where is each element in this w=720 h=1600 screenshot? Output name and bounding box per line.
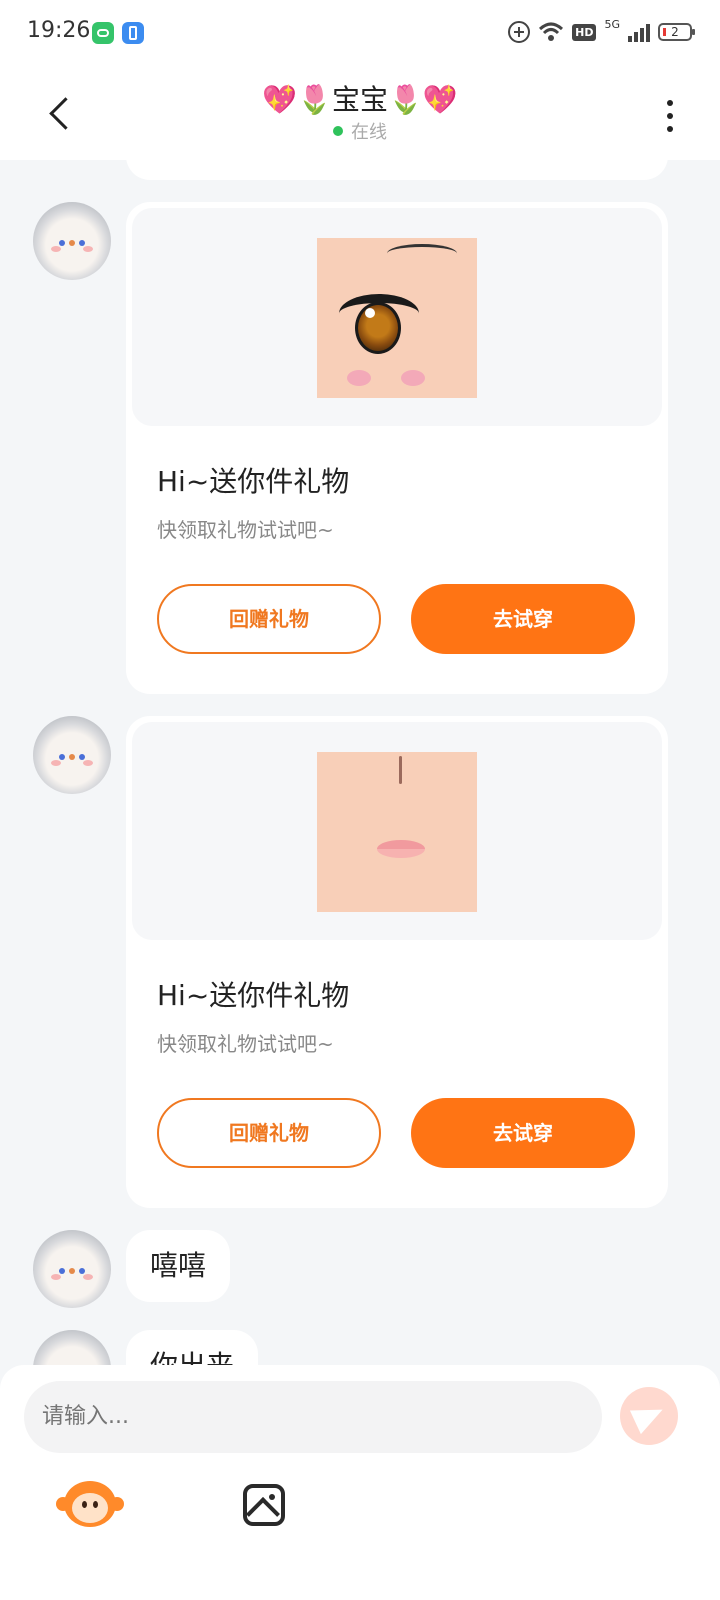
chat-header: 💖🌷宝宝🌷💖 在线 [0, 70, 720, 160]
text-message-bubble[interactable]: 嘻嘻 [126, 1230, 231, 1302]
data-saver-icon [508, 21, 531, 43]
gift-message-card[interactable]: Hi~送你件礼物 快领取礼物试试吧~ 回赠礼物 去试穿 [126, 202, 668, 694]
image-picker-icon[interactable] [243, 1484, 285, 1526]
contact-name: 💖🌷宝宝🌷💖 [262, 83, 458, 116]
wifi-icon [539, 22, 564, 41]
gift-preview [132, 722, 662, 940]
eye-makeup-icon [317, 238, 477, 398]
status-indicators: HD 5G 2 [508, 17, 695, 46]
return-gift-button[interactable]: 回赠礼物 [157, 584, 381, 654]
emoji-sticker-icon[interactable] [56, 1477, 124, 1531]
status-bar: 19:26 HD 5G 2 [0, 0, 720, 70]
gift-subtitle: 快领取礼物试试吧~ [157, 518, 334, 542]
send-button[interactable] [620, 1387, 678, 1445]
gift-title: Hi~送你件礼物 [157, 465, 350, 498]
network-type: 5G [604, 17, 620, 31]
avatar[interactable] [33, 202, 111, 280]
online-status: 在线 [0, 118, 720, 144]
status-time: 19:26 [27, 18, 91, 43]
gift-subtitle: 快领取礼物试试吧~ [157, 1032, 334, 1056]
online-status-label: 在线 [351, 122, 387, 143]
message-list[interactable]: Hi~送你件礼物 快领取礼物试试吧~ 回赠礼物 去试穿 Hi~送你件礼物 快领取… [0, 160, 720, 1390]
previous-message-card [126, 160, 668, 180]
clipboard-app-icon [122, 22, 144, 44]
try-on-button[interactable]: 去试穿 [411, 584, 635, 654]
return-gift-button[interactable]: 回赠礼物 [157, 1098, 381, 1168]
online-dot-icon [333, 126, 343, 136]
lips-makeup-icon [317, 752, 477, 912]
gift-message-card[interactable]: Hi~送你件礼物 快领取礼物试试吧~ 回赠礼物 去试穿 [126, 716, 668, 1208]
avatar[interactable] [33, 716, 111, 794]
more-options-button[interactable] [660, 96, 680, 136]
try-on-button[interactable]: 去试穿 [411, 1098, 635, 1168]
avatar[interactable] [33, 1230, 111, 1308]
message-app-icon [92, 22, 114, 44]
signal-icon [628, 22, 650, 42]
message-input[interactable] [24, 1381, 602, 1453]
battery-icon: 2 [658, 23, 695, 41]
hd-badge: HD [572, 23, 597, 41]
message-composer [0, 1365, 720, 1600]
gift-preview [132, 208, 662, 426]
gift-title: Hi~送你件礼物 [157, 979, 350, 1012]
